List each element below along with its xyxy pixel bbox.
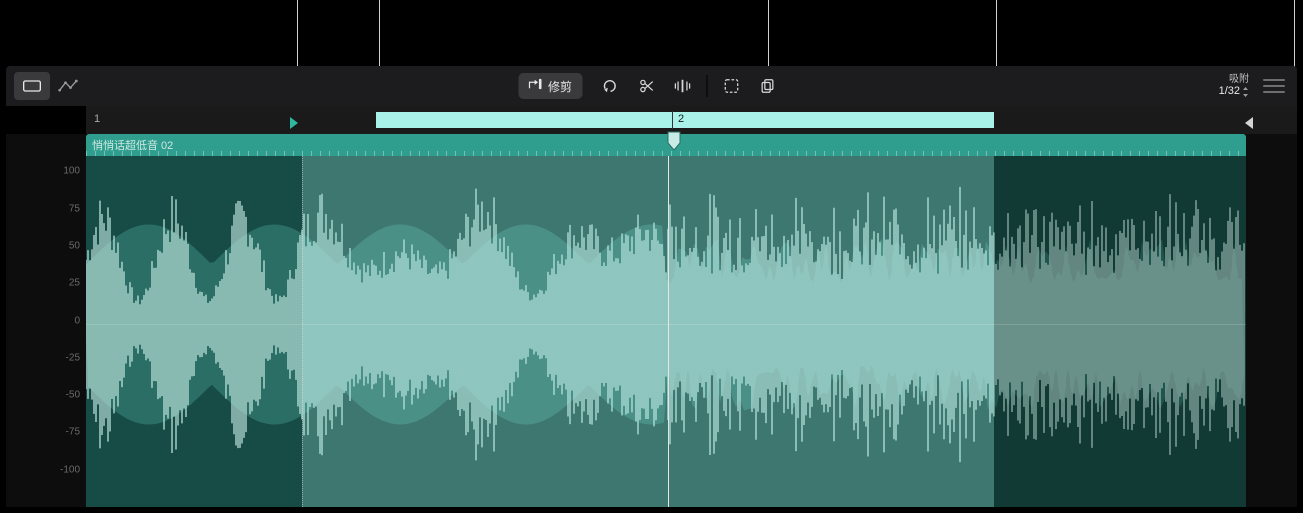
toolbar-center-group: 修剪 — [518, 73, 785, 99]
trim-tool-button[interactable]: 修剪 — [518, 73, 582, 99]
editor-toolbar: 修剪 吸附 1/32 — [6, 66, 1297, 106]
copy-button[interactable] — [751, 73, 783, 99]
right-gutter — [1246, 134, 1297, 507]
amp-tick: 50 — [69, 240, 80, 251]
waveform-display[interactable] — [86, 156, 1246, 507]
automation-view-button[interactable] — [50, 72, 86, 100]
callout-line — [996, 0, 997, 66]
region-name: 悄悄话超低音 02 — [92, 137, 173, 153]
snap-menu[interactable]: 吸附 1/32 — [1219, 74, 1249, 97]
more-menu-button[interactable] — [1263, 79, 1285, 93]
bar-number-1: 1 — [94, 113, 100, 125]
updown-icon — [1242, 87, 1249, 97]
zero-crossing-line — [86, 324, 1246, 325]
view-mode-group — [6, 72, 86, 100]
callout-line — [297, 0, 298, 66]
capture-selection-button[interactable] — [715, 73, 747, 99]
amp-tick: -50 — [66, 390, 80, 401]
toolbar-separator — [706, 75, 707, 97]
callout-line — [379, 0, 380, 66]
bar-number-2: 2 — [678, 113, 684, 125]
snap-title: 吸附 — [1219, 74, 1249, 85]
amp-tick: -100 — [60, 464, 80, 475]
split-at-playhead-button[interactable] — [666, 73, 698, 99]
cycle-start-marker[interactable] — [290, 117, 298, 129]
scissors-button[interactable] — [630, 73, 662, 99]
waveform-dimmed-tail — [994, 156, 1246, 507]
anchor-marker[interactable] — [667, 131, 681, 151]
amplitude-scale: 100 75 50 25 0 -25 -50 -75 -100 — [6, 134, 86, 507]
playhead-line[interactable] — [668, 156, 669, 507]
toolbar-right-group: 吸附 1/32 — [1219, 74, 1297, 97]
snap-value: 1/32 — [1219, 85, 1240, 97]
trim-enter-icon — [528, 77, 542, 95]
amp-tick: 25 — [69, 278, 80, 289]
cycle-range[interactable] — [376, 112, 994, 128]
amp-tick: -25 — [66, 352, 80, 363]
audio-region-header[interactable]: 悄悄话超低音 02 — [86, 134, 1246, 156]
trim-label: 修剪 — [548, 78, 572, 95]
region-start-guide — [302, 156, 303, 507]
snap-value-row: 1/32 — [1219, 85, 1249, 97]
region-view-button[interactable] — [14, 72, 50, 100]
loop-button[interactable] — [594, 73, 626, 99]
bar-tick — [672, 111, 673, 129]
timeline-ruler[interactable]: 1 2 — [86, 106, 1297, 134]
amp-tick: 0 — [74, 315, 80, 326]
amp-tick: 100 — [63, 166, 80, 177]
callout-line — [768, 0, 769, 66]
amp-tick: -75 — [66, 427, 80, 438]
amp-tick: 75 — [69, 203, 80, 214]
project-end-marker[interactable] — [1245, 117, 1253, 129]
waveform-selection-highlight — [302, 156, 994, 507]
